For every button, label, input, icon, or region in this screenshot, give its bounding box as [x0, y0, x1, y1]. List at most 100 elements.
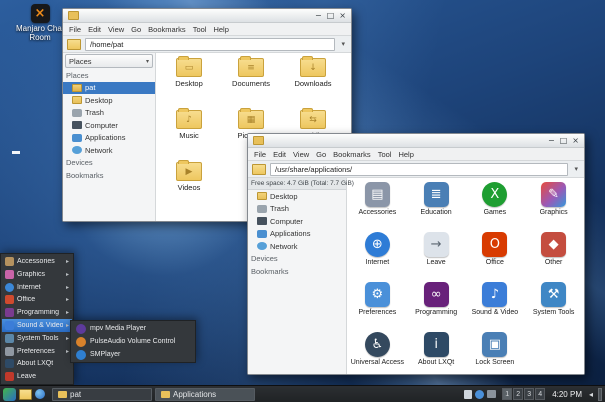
quicklaunch-browser-icon[interactable]	[35, 389, 45, 399]
menu-item[interactable]: Graphics ▸	[2, 268, 72, 281]
places-combo[interactable]: Places ▾	[65, 54, 153, 68]
menubar-item[interactable]: File	[69, 25, 81, 34]
menubar-item[interactable]: View	[293, 150, 309, 159]
sidebar-item[interactable]: Desktop	[248, 190, 346, 203]
speaker-icon[interactable]: ◂	[589, 390, 593, 399]
workspace-button[interactable]: 4	[535, 388, 545, 400]
menu-item[interactable]: Office ▸	[2, 293, 72, 306]
path-dropdown-icon[interactable]: ▾	[339, 40, 347, 48]
application-item[interactable]: ✎ Graphics	[524, 179, 583, 229]
titlebar[interactable]: − □ ×	[248, 134, 584, 148]
file-item[interactable]: ↓ Downloads	[282, 55, 344, 107]
sidebar-item[interactable]: pat	[63, 82, 155, 95]
sidebar-item[interactable]: Network	[63, 144, 155, 157]
workspace-button[interactable]: 1	[502, 388, 512, 400]
menubar-item[interactable]: File	[254, 150, 266, 159]
folder-tool-icon[interactable]	[67, 39, 81, 50]
menu-item[interactable]: Sound & Video ▸	[2, 319, 72, 332]
menubar-item[interactable]: Tool	[378, 150, 392, 159]
menubar-item[interactable]: Edit	[88, 25, 101, 34]
minimize-button[interactable]: −	[548, 137, 555, 145]
minimize-button[interactable]: −	[315, 12, 322, 20]
menubar-item[interactable]: Go	[131, 25, 141, 34]
submenu-item[interactable]: SMPlayer	[72, 348, 194, 361]
workspace-button[interactable]: 3	[524, 388, 534, 400]
menu-item[interactable]: About LXQt	[2, 357, 72, 370]
sidebar-item[interactable]: Bookmarks	[63, 169, 155, 182]
file-item[interactable]: ≡ Documents	[220, 55, 282, 107]
menubar-item[interactable]: View	[108, 25, 124, 34]
menubar-item[interactable]: Help	[213, 25, 228, 34]
application-item[interactable]: ♪ Sound & Video	[466, 279, 525, 329]
tray-volume-icon[interactable]	[487, 390, 496, 398]
tray-network-icon[interactable]	[475, 390, 484, 399]
menu-item[interactable]: Leave	[2, 370, 72, 383]
sidebar-item[interactable]: Applications	[248, 228, 346, 241]
path-bar[interactable]: /usr/share/applications/	[270, 163, 568, 176]
folder-icon: ⇆	[300, 110, 326, 129]
submenu-item[interactable]: PulseAudio Volume Control	[72, 335, 194, 348]
submenu-item[interactable]: mpv Media Player	[72, 322, 194, 335]
taskbar-window-button[interactable]: pat	[52, 388, 152, 401]
sidebar-item[interactable]: Devices	[63, 157, 155, 170]
sidebar-item[interactable]: Trash	[63, 107, 155, 120]
application-item[interactable]: O Office	[466, 229, 525, 279]
sidebar-item[interactable]: Trash	[248, 203, 346, 216]
desktop-shortcut-manjaro-chat-room[interactable]: × Manjaro Chat Room	[12, 4, 68, 42]
folder-tool-icon[interactable]	[252, 164, 266, 175]
menu-item[interactable]: System Tools ▸	[2, 332, 72, 345]
close-button[interactable]: ×	[339, 12, 346, 20]
application-item[interactable]: i About LXQt	[407, 329, 466, 379]
show-desktop-button[interactable]	[598, 388, 602, 401]
applications-view[interactable]: ▤ Accessories ≣ Education X	[347, 178, 584, 374]
menu-item[interactable]: Internet ▸	[2, 281, 72, 294]
application-item[interactable]: ≣ Education	[407, 179, 466, 229]
application-item[interactable]: ⚒ System Tools	[524, 279, 583, 329]
application-item[interactable]: ▤ Accessories	[348, 179, 407, 229]
application-item[interactable]: ∞ Programming	[407, 279, 466, 329]
sidebar-item[interactable]: Bookmarks	[248, 265, 346, 278]
maximize-button[interactable]: □	[560, 137, 568, 145]
menu-item-icon	[5, 359, 14, 368]
taskbar-window-button[interactable]: Applications	[155, 388, 255, 401]
application-item[interactable]: ♿ Universal Access	[348, 329, 407, 379]
workspace-button[interactable]: 2	[513, 388, 523, 400]
file-item[interactable]: ♪ Music	[158, 107, 220, 159]
clock[interactable]: 4:20 PM	[548, 390, 586, 399]
sidebar-item[interactable]: Computer	[248, 215, 346, 228]
application-item[interactable]: ▣ Lock Screen	[466, 329, 525, 379]
application-item[interactable]: ⊕ Internet	[348, 229, 407, 279]
path-dropdown-icon[interactable]: ▾	[572, 165, 580, 173]
menu-item[interactable]: Accessories ▸	[2, 255, 72, 268]
maximize-button[interactable]: □	[327, 12, 335, 20]
menubar-item[interactable]: Tool	[193, 25, 207, 34]
menubar-item[interactable]: Bookmarks	[148, 25, 186, 34]
path-bar[interactable]: /home/pat	[85, 38, 335, 51]
sidebar-item[interactable]: Places	[63, 69, 155, 82]
menubar-item[interactable]: Go	[316, 150, 326, 159]
application-item[interactable]: ⚙ Preferences	[348, 279, 407, 329]
menu-item[interactable]: Programming ▸	[2, 306, 72, 319]
menu-item[interactable]: Preferences ▸	[2, 345, 72, 358]
file-item[interactable]: ▶ Videos	[158, 159, 220, 211]
sidebar-item[interactable]: Devices	[248, 253, 346, 266]
tray-clipboard-icon[interactable]	[464, 390, 472, 399]
menubar-item[interactable]: Bookmarks	[333, 150, 371, 159]
close-button[interactable]: ×	[572, 137, 579, 145]
sidebar-item[interactable]: Network	[248, 240, 346, 253]
start-menu-button[interactable]	[3, 388, 16, 401]
application-item[interactable]: ◆ Other	[524, 229, 583, 279]
sidebar-item[interactable]: Desktop	[63, 94, 155, 107]
titlebar[interactable]: − □ ×	[63, 9, 351, 23]
quicklaunch-filemanager-icon[interactable]	[19, 389, 32, 400]
menubar-item[interactable]: Edit	[273, 150, 286, 159]
application-item[interactable]: → Leave	[407, 229, 466, 279]
desktop-background[interactable]: × Manjaro Chat Room − □ × File Edit View Go…	[0, 0, 605, 402]
application-item[interactable]: X Games	[466, 179, 525, 229]
file-item[interactable]: ▭ Desktop	[158, 55, 220, 107]
sidebar-item[interactable]: Applications	[63, 132, 155, 145]
sidebar-item[interactable]: Computer	[63, 119, 155, 132]
sidebar-item-icon	[72, 146, 82, 154]
menubar-item[interactable]: Help	[398, 150, 413, 159]
menu-item-label: Programming	[17, 309, 59, 316]
